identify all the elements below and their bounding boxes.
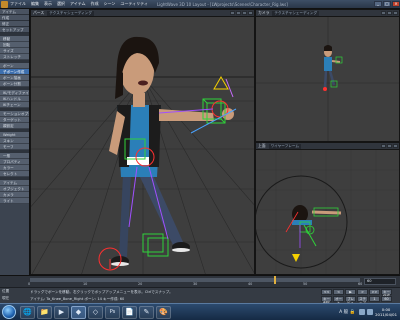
position-label: 位置 bbox=[2, 289, 10, 293]
menu-item[interactable]: ファイル bbox=[10, 1, 26, 7]
playback-control-button[interactable]: >> bbox=[369, 289, 380, 295]
playback-control-button[interactable]: ▶ bbox=[345, 289, 356, 295]
app-logo-icon bbox=[1, 0, 8, 8]
windows-taskbar: 🌐 📁 ▶ ◆ ◇ Ps 📄 ✎ 🎨 A 般 🔒 0:00 2011/04/01 bbox=[0, 303, 400, 320]
menu-item[interactable]: 作成 bbox=[91, 1, 99, 7]
playback-control-button[interactable]: 1 bbox=[369, 296, 380, 302]
paint-icon[interactable]: 🎨 bbox=[156, 305, 171, 319]
playback-control-button[interactable]: キー作成 bbox=[381, 289, 392, 298]
menu-item[interactable]: シーン bbox=[104, 1, 116, 7]
ie-icon[interactable]: 🌐 bbox=[20, 305, 35, 319]
timeline[interactable]: 60 0 10 20 30 40 50 60 bbox=[0, 275, 400, 287]
top-scene bbox=[256, 150, 399, 274]
render-mode-dropdown[interactable]: テクスチャシェーディング bbox=[47, 10, 94, 16]
character-model-small[interactable] bbox=[323, 45, 343, 91]
render-mode-dropdown[interactable]: テクスチャシェーディング bbox=[272, 10, 320, 16]
timeline-tick-label: 10 bbox=[83, 282, 88, 286]
playback-control-button[interactable]: キー削除 bbox=[321, 296, 332, 305]
perspective-scene bbox=[31, 36, 254, 274]
ime-indicator[interactable]: A 般 🔒 bbox=[339, 309, 355, 315]
playback-controls: <<<▶>>>キー作成キー削除オートプレビューステップ160 bbox=[321, 289, 397, 309]
timeline-tick-label: 40 bbox=[248, 282, 253, 286]
playback-control-button[interactable]: > bbox=[357, 289, 368, 295]
render-mode-dropdown[interactable]: ワイヤーフレーム bbox=[268, 143, 301, 149]
maximize-button[interactable]: □ bbox=[383, 1, 391, 7]
left-toolbar: アイテム 作成 修正 セットアップ 移動 回転 サイズ ストレッチ ボーン 子ボーン作成 ボーン描画… bbox=[0, 9, 30, 275]
character-model[interactable] bbox=[109, 36, 234, 266]
network-icon[interactable] bbox=[359, 309, 366, 315]
current-frame-field[interactable]: 60 bbox=[364, 278, 396, 285]
timeline-tick-label: 30 bbox=[193, 282, 198, 286]
menu-item[interactable]: アイテム bbox=[70, 1, 86, 7]
modeler-icon[interactable]: ◇ bbox=[88, 305, 103, 319]
help-text: ドラッグでボーンを移動。右クリックでポップアップメニューを表示。Ctrlでスナッ… bbox=[30, 290, 173, 294]
rotate-view-icon[interactable] bbox=[236, 11, 241, 15]
start-button[interactable] bbox=[2, 305, 16, 319]
viewport-type-dropdown[interactable]: カメラ bbox=[258, 10, 269, 16]
timeline-tick-label: 20 bbox=[138, 282, 143, 286]
viewport-type-dropdown[interactable]: パース bbox=[33, 10, 44, 16]
lightwave-icon[interactable]: ◆ bbox=[71, 305, 86, 319]
viewport-header: パース テクスチャシェーディング bbox=[31, 10, 254, 17]
timeline-tick-label: 60 bbox=[358, 282, 363, 286]
rotate-view-icon[interactable] bbox=[387, 11, 392, 15]
menu-item[interactable]: ユーティリティ bbox=[120, 1, 148, 7]
perspective-viewport[interactable]: パース テクスチャシェーディング bbox=[30, 9, 255, 275]
notes-icon[interactable]: ✎ bbox=[139, 305, 154, 319]
maximize-view-icon[interactable] bbox=[393, 144, 398, 148]
playback-control-button[interactable]: ステップ bbox=[357, 296, 368, 305]
move-view-icon[interactable] bbox=[381, 144, 386, 148]
viewport-header: 上面 ワイヤーフレーム bbox=[256, 143, 399, 150]
menu-item[interactable]: 選択 bbox=[57, 1, 65, 7]
rotate-view-icon[interactable] bbox=[387, 144, 392, 148]
timeline-tick-label: 50 bbox=[303, 282, 308, 286]
item-info-text: アイテム: Ta_Knee_Bone_Right ボーン: 14 キー作成: 6… bbox=[30, 297, 125, 301]
photoshop-icon[interactable]: Ps bbox=[105, 305, 120, 319]
folder-icon[interactable]: 📁 bbox=[37, 305, 52, 319]
system-tray: A 般 🔒 0:00 2011/04/01 bbox=[339, 304, 400, 320]
timeline-playhead[interactable] bbox=[274, 276, 277, 284]
menu-item[interactable]: 編集 bbox=[31, 1, 39, 7]
playback-control-button[interactable]: << bbox=[321, 289, 332, 295]
playback-control-button[interactable]: オート bbox=[333, 296, 344, 305]
menu-items: ファイル 編集 表示 選択 アイテム 作成 シーン ユーティリティ bbox=[10, 1, 153, 7]
maximize-view-icon[interactable] bbox=[393, 11, 398, 15]
status-bar: 位置 現在 ドラッグでボーンを移動。右クリックでポップアップメニューを表示。Ct… bbox=[0, 287, 400, 309]
camera-scene bbox=[256, 17, 399, 141]
move-view-icon[interactable] bbox=[230, 11, 235, 15]
top-viewport[interactable]: 上面 ワイヤーフレーム bbox=[255, 142, 400, 275]
menu-bar: ファイル 編集 表示 選択 アイテム 作成 シーン ユーティリティ LightWave 3D … bbox=[0, 0, 400, 9]
playback-control-button[interactable]: < bbox=[333, 289, 344, 295]
toolbar-button[interactable]: ライト bbox=[0, 198, 29, 204]
media-icon[interactable]: ▶ bbox=[54, 305, 69, 319]
current-label: 現在 bbox=[2, 296, 10, 300]
maximize-view-icon[interactable] bbox=[248, 11, 253, 15]
move-view-icon[interactable] bbox=[381, 11, 386, 15]
playback-control-button[interactable]: プレビュー bbox=[345, 296, 356, 309]
clock[interactable]: 0:00 2011/04/01 bbox=[375, 307, 397, 317]
volume-icon[interactable] bbox=[367, 309, 374, 315]
viewport-header: カメラ テクスチャシェーディング bbox=[256, 10, 399, 17]
window-title: LightWave 3D 10 Layout - [LWprojects\Sce… bbox=[156, 1, 288, 7]
timeline-tick-label: 0 bbox=[28, 282, 31, 286]
clock-date: 2011/04/01 bbox=[375, 312, 397, 317]
playback-control-button[interactable]: 60 bbox=[381, 296, 392, 302]
minimize-button[interactable]: _ bbox=[374, 1, 382, 7]
camera-viewport[interactable]: カメラ テクスチャシェーディング bbox=[255, 9, 400, 142]
close-button[interactable]: × bbox=[392, 1, 400, 7]
zoom-view-icon[interactable] bbox=[242, 11, 247, 15]
viewport-type-dropdown[interactable]: 上面 bbox=[258, 143, 266, 149]
character-model-top[interactable] bbox=[285, 205, 342, 262]
pdf-icon[interactable]: 📄 bbox=[122, 305, 137, 319]
taskbar-icons: 🌐 📁 ▶ ◆ ◇ Ps 📄 ✎ 🎨 bbox=[20, 305, 173, 319]
menu-item[interactable]: 表示 bbox=[44, 1, 52, 7]
